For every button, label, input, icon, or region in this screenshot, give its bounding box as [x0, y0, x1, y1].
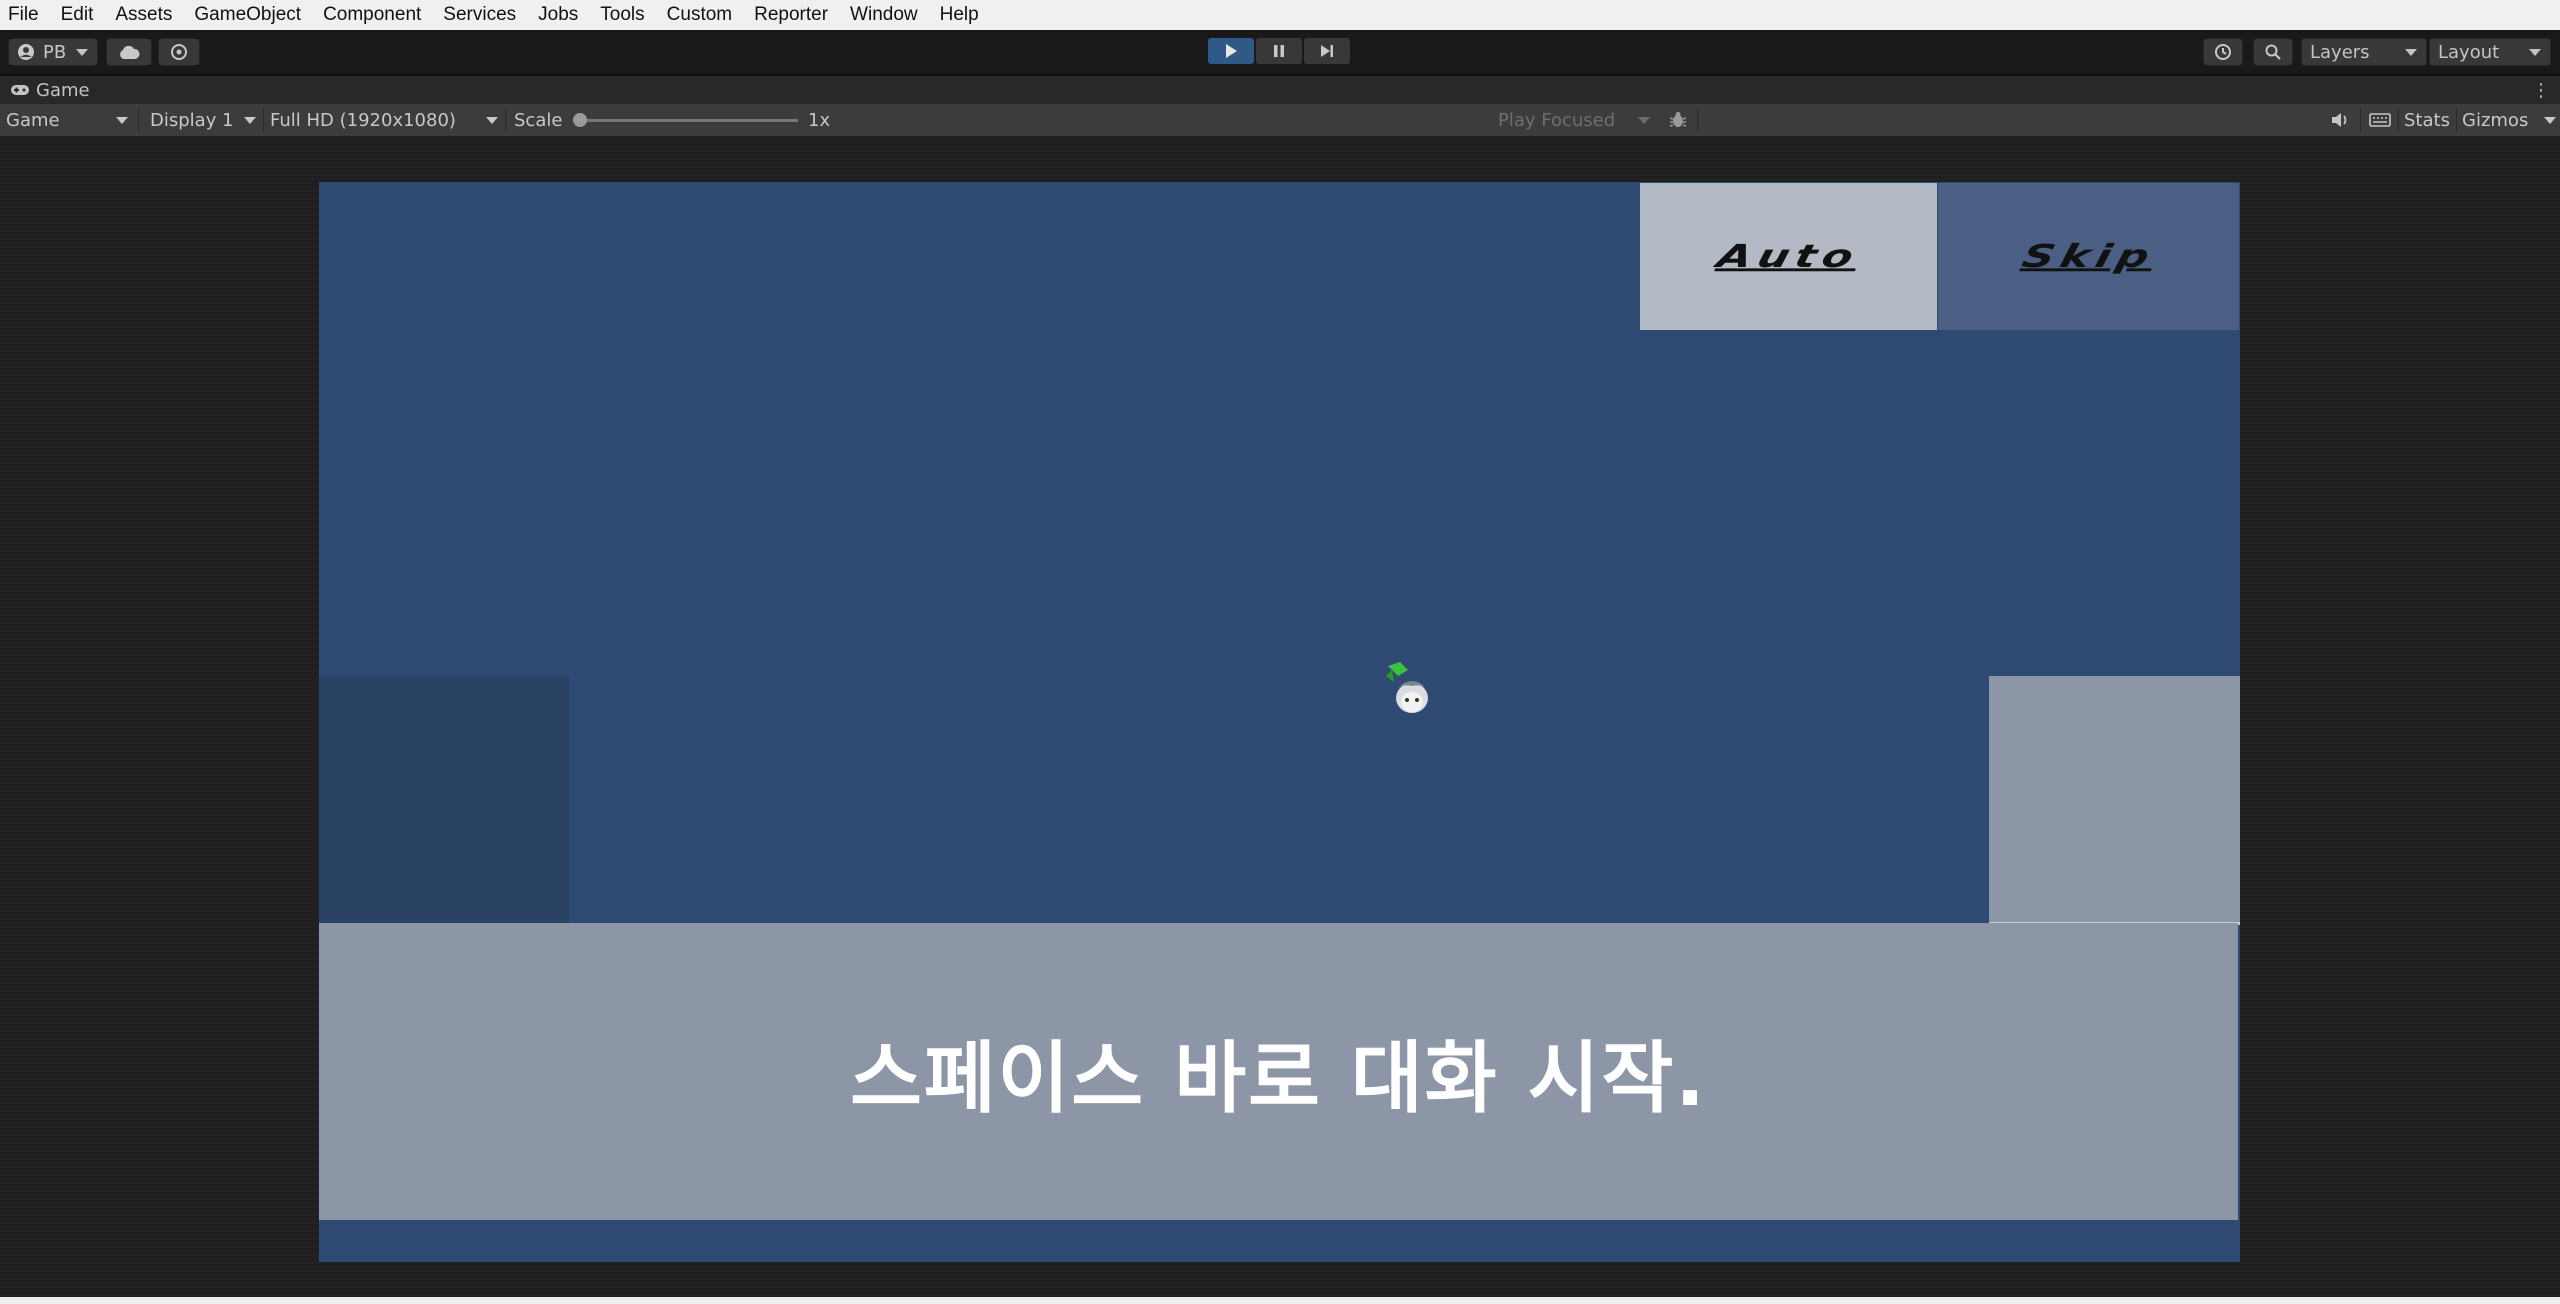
tab-game[interactable]: Game: [0, 76, 104, 104]
stats-button[interactable]: Stats: [2404, 104, 2450, 136]
menu-help[interactable]: Help: [929, 0, 990, 30]
search-icon: [2265, 44, 2281, 60]
cloud-button[interactable]: [106, 38, 152, 66]
layout-dropdown[interactable]: Layout: [2429, 38, 2551, 66]
auto-button[interactable]: Auto: [1640, 183, 1937, 330]
gizmos-dropdown[interactable]: Gizmos: [2462, 104, 2558, 136]
menu-tools[interactable]: Tools: [589, 0, 655, 30]
resolution-select-label: Full HD (1920x1080): [270, 109, 456, 131]
display-select-label: Display 1: [150, 109, 234, 131]
play-icon: [1226, 44, 1237, 58]
pause-icon: [1274, 45, 1284, 57]
gamepad-icon: [11, 85, 29, 95]
chevron-down-icon: [244, 117, 256, 124]
resolution-select[interactable]: Full HD (1920x1080): [270, 104, 502, 136]
skip-button-label: Skip: [2018, 238, 2159, 275]
scale-slider-track[interactable]: [578, 119, 798, 122]
undo-history-button[interactable]: [2203, 38, 2243, 66]
play-focus-select[interactable]: Play Focused: [1498, 104, 1656, 136]
game-view-toolbar: Game Display 1 Full HD (1920x1080) Scale…: [0, 104, 2560, 137]
menu-services[interactable]: Services: [432, 0, 527, 30]
character-sprite: [1386, 662, 1428, 713]
left-character-panel: [319, 677, 569, 924]
account-dropdown[interactable]: PB: [8, 38, 98, 66]
mute-audio-button[interactable]: [2326, 104, 2354, 136]
keyboard-icon: [2369, 113, 2391, 127]
menu-gameobject[interactable]: GameObject: [183, 0, 312, 30]
scale-value: 1x: [808, 109, 831, 131]
layout-label: Layout: [2438, 41, 2500, 63]
view-select[interactable]: Game: [6, 104, 132, 136]
play-focus-label: Play Focused: [1498, 109, 1616, 131]
debug-button[interactable]: [1664, 104, 1692, 136]
game-tab-bar: Game ⋮: [0, 76, 2560, 105]
menu-edit[interactable]: Edit: [50, 0, 105, 30]
account-icon: [18, 44, 34, 60]
menu-assets[interactable]: Assets: [104, 0, 183, 30]
skip-button[interactable]: Skip: [1938, 183, 2239, 330]
more-options-icon[interactable]: ⋮: [2532, 80, 2550, 101]
main-toolbar: PB Layers Layout: [0, 30, 2560, 76]
play-button[interactable]: [1208, 38, 1254, 64]
menu-jobs[interactable]: Jobs: [527, 0, 589, 30]
step-icon: [1321, 45, 1333, 57]
step-button[interactable]: [1304, 38, 1350, 64]
view-select-label: Game: [6, 109, 60, 131]
tab-game-label: Game: [36, 79, 90, 101]
menu-bar: File Edit Assets GameObject Component Se…: [0, 0, 2560, 30]
layers-label: Layers: [2310, 41, 2370, 63]
menu-custom[interactable]: Custom: [656, 0, 743, 30]
cloud-icon: [120, 45, 140, 59]
gear-icon: [171, 44, 187, 60]
playmode-controls: [1208, 38, 1350, 64]
dialog-text: 스페이스 바로 대화 시작.: [850, 1033, 1707, 1124]
menu-window[interactable]: Window: [839, 0, 929, 30]
gizmos-label: Gizmos: [2462, 109, 2529, 131]
bug-icon: [1669, 112, 1687, 127]
menu-file[interactable]: File: [0, 0, 50, 30]
dialog-box[interactable]: 스페이스 바로 대화 시작.: [319, 923, 2238, 1220]
chevron-down-icon: [2405, 49, 2417, 56]
layers-dropdown[interactable]: Layers: [2301, 38, 2427, 66]
right-character-panel: [1989, 676, 2240, 925]
status-bar: [0, 1297, 2560, 1304]
chevron-down-icon: [116, 117, 128, 124]
auto-button-label: Auto: [1713, 238, 1864, 275]
collab-settings-button[interactable]: [158, 38, 200, 66]
menu-component[interactable]: Component: [312, 0, 432, 30]
chevron-down-icon: [2529, 49, 2541, 56]
pause-button[interactable]: [1256, 38, 1302, 64]
search-button[interactable]: [2253, 38, 2293, 66]
shortcuts-button[interactable]: [2366, 104, 2394, 136]
display-select[interactable]: Display 1: [150, 104, 260, 136]
chevron-down-icon: [76, 49, 88, 56]
history-icon: [2215, 44, 2231, 60]
menu-reporter[interactable]: Reporter: [743, 0, 839, 30]
chevron-down-icon: [2544, 117, 2556, 124]
chevron-down-icon: [1638, 117, 1650, 124]
scale-label: Scale: [514, 109, 563, 131]
speaker-icon: [2332, 113, 2347, 127]
account-label: PB: [43, 41, 67, 63]
chevron-down-icon: [486, 117, 498, 124]
scale-slider-handle[interactable]: [573, 113, 587, 127]
